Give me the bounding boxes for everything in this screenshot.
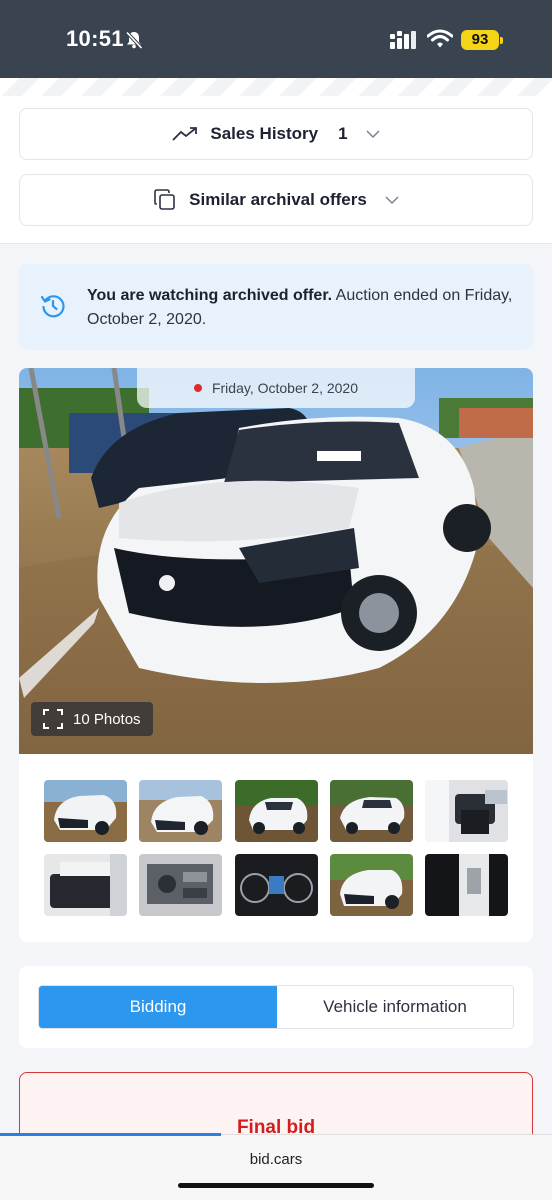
- sales-history-label: Sales History: [210, 124, 319, 143]
- tab-vehicle-information[interactable]: Vehicle information: [277, 986, 513, 1028]
- car-photo-illustration: [19, 368, 533, 754]
- trend-up-icon: [172, 127, 198, 141]
- thumbnail-interior-front[interactable]: [425, 780, 508, 842]
- photo-count-label: 10 Photos: [73, 710, 141, 728]
- home-indicator[interactable]: [178, 1183, 374, 1188]
- thumbnail-front-left-alt[interactable]: [139, 780, 223, 842]
- archived-offer-notice: You are watching archived offer. Auction…: [19, 264, 533, 350]
- status-dot-icon: [193, 384, 202, 392]
- browser-bar: bid.cars: [0, 1133, 552, 1200]
- status-bar: 10:51 93: [0, 0, 552, 78]
- sales-history-count: 1: [338, 124, 348, 143]
- chevron-down-icon: [366, 129, 380, 138]
- thumbnail-front-left[interactable]: [44, 780, 127, 842]
- thumbnail-engine[interactable]: [139, 854, 223, 916]
- battery-indicator: 93: [461, 30, 503, 50]
- fullscreen-icon: [43, 709, 63, 729]
- history-icon: [40, 295, 65, 318]
- gallery-card: Friday, October 2, 2020 10 Photos: [19, 368, 533, 942]
- notice-bold: You are watching archived offer.: [87, 287, 333, 304]
- auction-date: Friday, October 2, 2020: [211, 380, 359, 396]
- top-panel: Sales History 1 Similar archival offers: [0, 96, 552, 244]
- thumbnail-interior-rear[interactable]: [44, 854, 127, 916]
- tab-bar: Bidding Vehicle information: [38, 985, 514, 1029]
- notice-text: You are watching archived offer. Auction…: [87, 284, 519, 332]
- thumbnail-instrument-cluster[interactable]: [234, 854, 318, 916]
- signal-icon: [390, 31, 416, 49]
- main-photo[interactable]: Friday, October 2, 2020 10 Photos: [19, 368, 533, 754]
- copy-icon: [154, 189, 175, 210]
- thumbnail-rear-right[interactable]: [329, 780, 413, 842]
- scroll-fade: [0, 78, 552, 96]
- page-load-progress: [0, 1133, 221, 1136]
- similar-offers-accordion[interactable]: Similar archival offers: [19, 174, 533, 226]
- thumbnail-grid: [44, 780, 508, 916]
- thumbnail-front-right[interactable]: [329, 854, 413, 916]
- wifi-icon: [427, 29, 453, 48]
- similar-offers-label: Similar archival offers: [189, 190, 367, 209]
- url-display[interactable]: bid.cars: [0, 1151, 552, 1168]
- bell-slash-icon: [125, 31, 143, 50]
- status-time: 10:51: [66, 26, 124, 51]
- auction-date-pill: Friday, October 2, 2020: [137, 368, 415, 408]
- tabs-card: Bidding Vehicle information: [19, 966, 533, 1048]
- thumbnail-door-jamb[interactable]: [425, 854, 508, 916]
- photo-count-button[interactable]: 10 Photos: [31, 702, 153, 736]
- chevron-down-icon: [385, 195, 399, 204]
- sales-history-accordion[interactable]: Sales History 1: [19, 108, 533, 160]
- thumbnail-rear-left[interactable]: [234, 780, 318, 842]
- tab-bidding[interactable]: Bidding: [39, 986, 277, 1028]
